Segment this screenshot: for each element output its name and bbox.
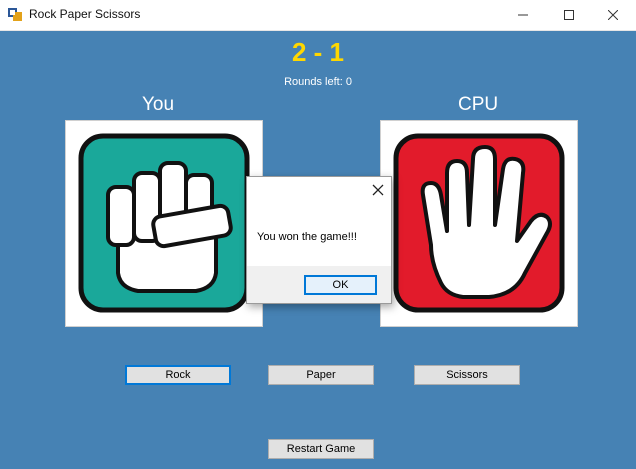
scissors-button[interactable]: Scissors (414, 365, 520, 385)
paper-hand-icon (393, 133, 565, 313)
game-over-dialog: You won the game!!! OK (246, 176, 392, 304)
minimize-button[interactable] (500, 0, 546, 30)
maximize-button[interactable] (546, 0, 592, 30)
rock-fist-icon (78, 133, 250, 313)
cpu-label: CPU (458, 94, 499, 115)
rounds-left-label: Rounds left: 0 (284, 76, 352, 88)
paper-button[interactable]: Paper (268, 365, 374, 385)
player-label: You (142, 94, 175, 115)
ok-button[interactable]: OK (304, 275, 377, 295)
title-bar: Rock Paper Scissors (0, 0, 636, 31)
app-icon (8, 8, 22, 21)
score-display: 2 - 1 (291, 37, 345, 67)
dialog-footer: OK (247, 266, 391, 303)
window-title: Rock Paper Scissors (29, 7, 141, 21)
close-icon (608, 10, 618, 20)
maximize-icon (564, 10, 574, 20)
dialog-message: You won the game!!! (257, 231, 357, 243)
player-choice-panel (65, 120, 263, 327)
close-button[interactable] (590, 0, 636, 30)
minimize-icon (518, 14, 528, 16)
close-icon[interactable] (371, 183, 385, 197)
restart-game-button[interactable]: Restart Game (268, 439, 374, 459)
cpu-choice-panel (380, 120, 578, 327)
rock-button[interactable]: Rock (125, 365, 231, 385)
